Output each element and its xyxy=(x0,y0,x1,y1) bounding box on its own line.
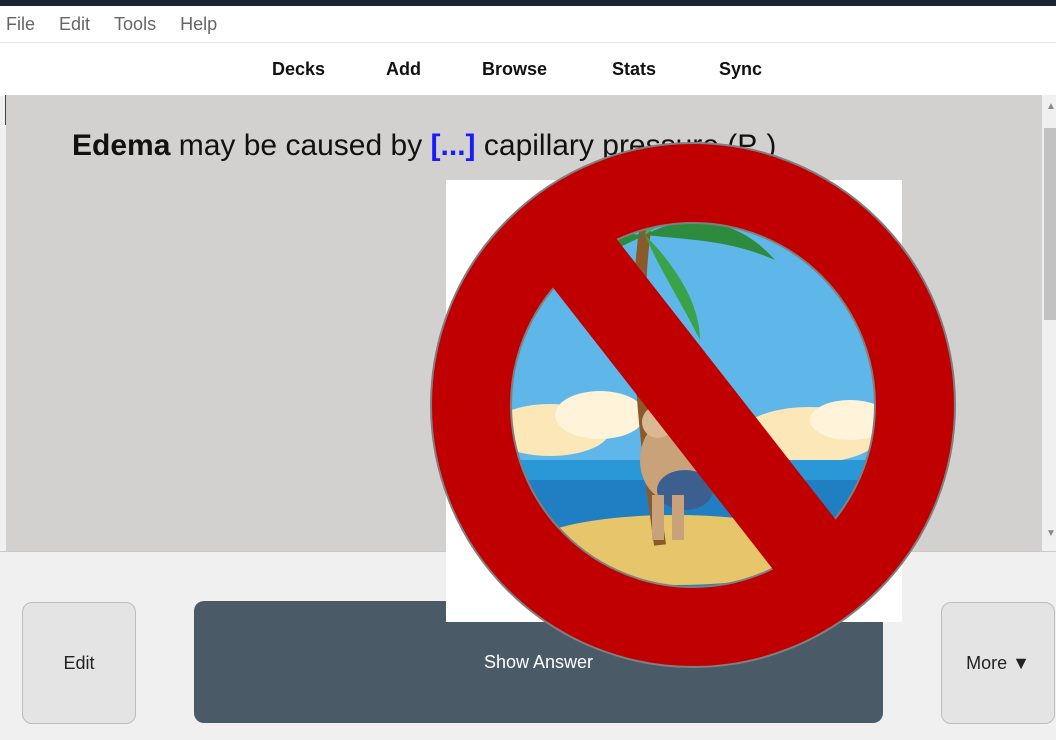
menu-help[interactable]: Help xyxy=(172,14,225,35)
menu-edit[interactable]: Edit xyxy=(51,14,98,35)
scrollbar-thumb[interactable] xyxy=(1044,128,1056,320)
card-text-before: may be caused by xyxy=(170,129,431,162)
menu-file[interactable]: File xyxy=(0,14,43,35)
toolbar-stats[interactable]: Stats xyxy=(612,59,656,80)
toolbar-sync[interactable]: Sync xyxy=(719,59,762,80)
card-term: Edema xyxy=(72,129,171,162)
edit-button[interactable]: Edit xyxy=(22,602,136,724)
scroll-up-arrow-icon[interactable]: ▲ xyxy=(1046,101,1056,112)
menu-bar: File Edit Tools Help xyxy=(0,6,1056,42)
toolbar-decks[interactable]: Decks xyxy=(272,59,325,80)
menu-tools[interactable]: Tools xyxy=(106,14,164,35)
toolbar-add[interactable]: Add xyxy=(386,59,421,80)
scroll-down-arrow-icon[interactable]: ▼ xyxy=(1046,528,1056,539)
toolbar-browse[interactable]: Browse xyxy=(482,59,547,80)
prohibition-sign-over-castaway-island-icon xyxy=(430,142,956,668)
